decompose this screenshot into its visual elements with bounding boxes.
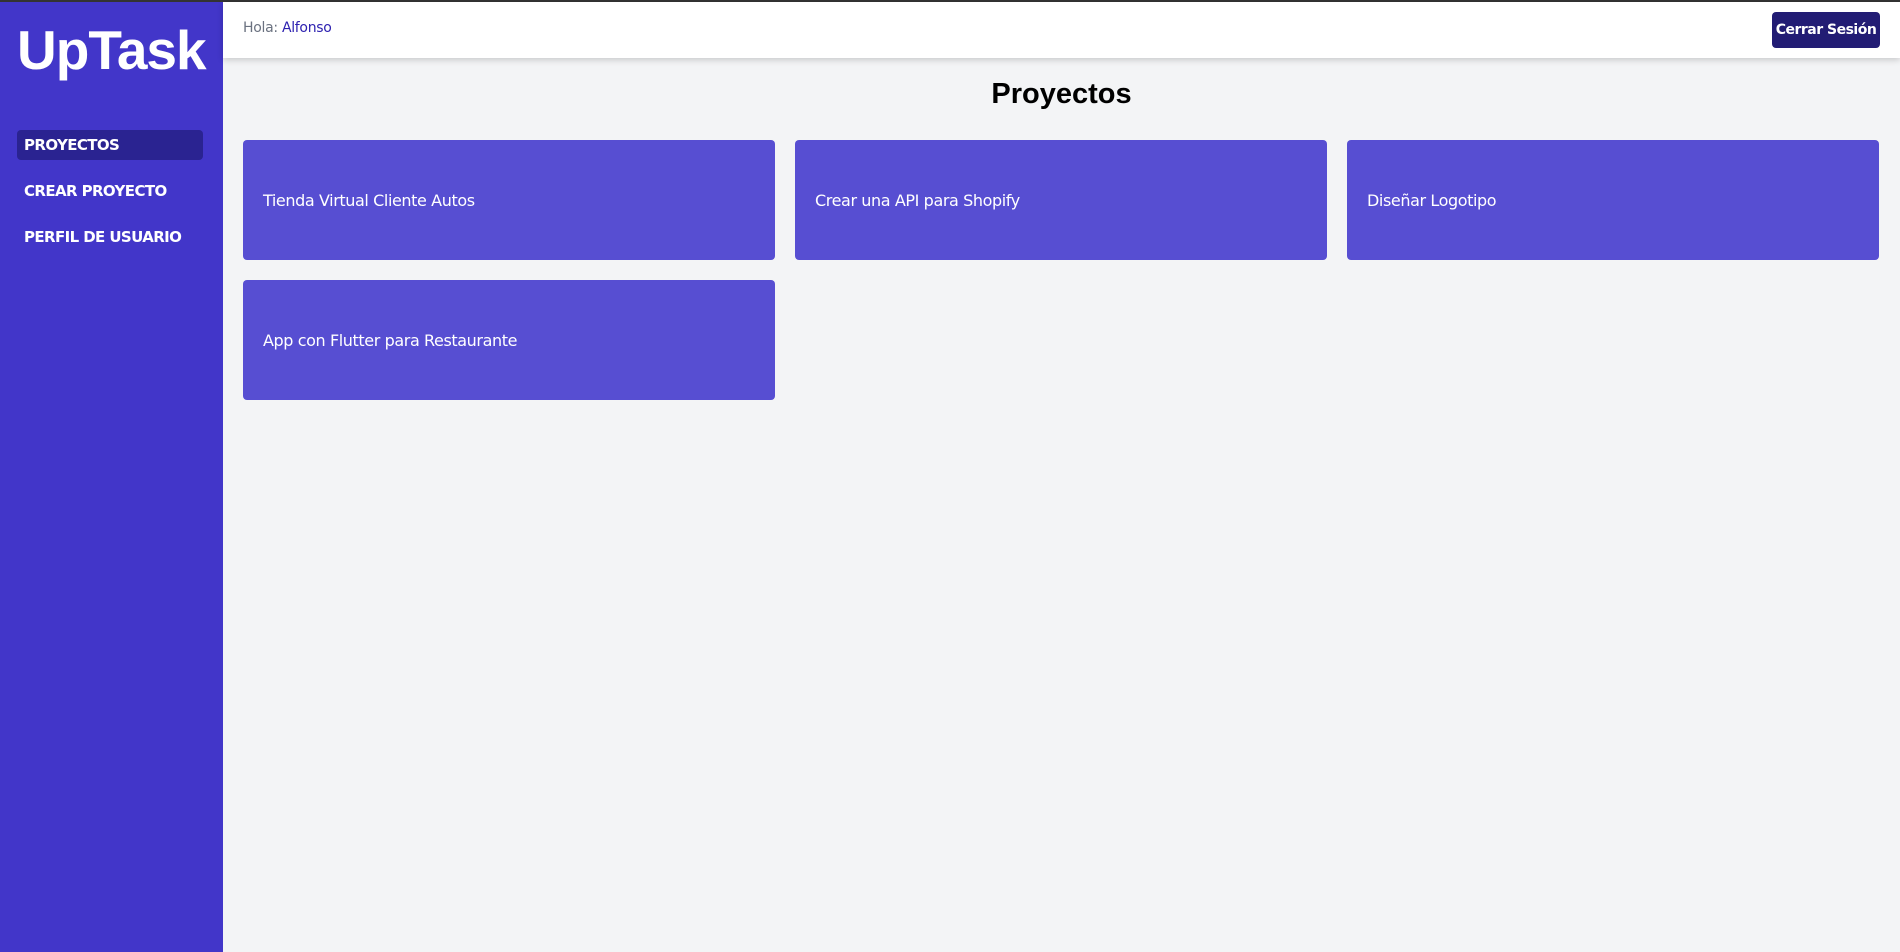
- project-card[interactable]: App con Flutter para Restaurante: [243, 280, 775, 400]
- greeting: Hola: Alfonso: [243, 20, 332, 36]
- project-card[interactable]: Diseñar Logotipo: [1347, 140, 1879, 260]
- project-name: Diseñar Logotipo: [1367, 190, 1497, 210]
- project-name: Crear una API para Shopify: [815, 190, 1020, 210]
- sidebar-item-crear-proyecto[interactable]: Crear Proyecto: [17, 176, 203, 206]
- page-title: Proyectos: [991, 78, 1132, 110]
- sidebar-item-perfil-de-usuario[interactable]: Perfil de Usuario: [17, 222, 203, 252]
- top-bar: Hola: Alfonso Cerrar Sesión: [223, 2, 1900, 58]
- logout-button[interactable]: Cerrar Sesión: [1772, 12, 1880, 48]
- project-card[interactable]: Crear una API para Shopify: [795, 140, 1327, 260]
- sidebar-nav: Proyectos Crear Proyecto Perfil de Usuar…: [17, 130, 203, 268]
- app-logo[interactable]: UpTask: [17, 20, 207, 80]
- project-name: App con Flutter para Restaurante: [263, 330, 518, 350]
- sidebar-item-proyectos[interactable]: Proyectos: [17, 130, 203, 160]
- sidebar: UpTask Proyectos Crear Proyecto Perfil d…: [0, 2, 223, 952]
- project-name: Tienda Virtual Cliente Autos: [263, 190, 475, 210]
- greeting-label: Hola:: [243, 20, 278, 36]
- project-card[interactable]: Tienda Virtual Cliente Autos: [243, 140, 775, 260]
- user-name: Alfonso: [281, 20, 332, 36]
- projects-grid: Tienda Virtual Cliente Autos Crear una A…: [243, 140, 1879, 400]
